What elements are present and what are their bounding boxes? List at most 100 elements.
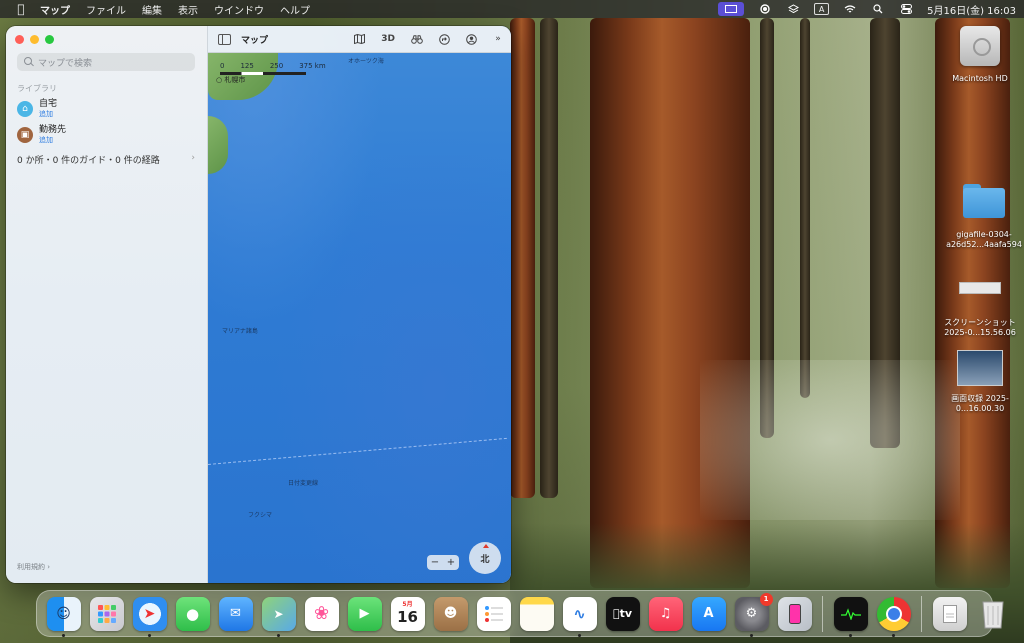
desktop-icon-label: 画面収録 2025-0...16.00.30 (951, 394, 1009, 413)
desktop-icon-screenshot[interactable]: スクリーンショット 2025-0...15.56.06 (935, 272, 1024, 338)
notification-badge: 1 (759, 592, 773, 606)
layers-icon[interactable] (786, 3, 800, 15)
map-label-date-line: 日付変更線 (288, 480, 319, 487)
calendar-month: 5月 (402, 600, 413, 608)
menubar-clock[interactable]: 5月16日(金) 16:03 (927, 2, 1016, 17)
record-icon[interactable] (758, 3, 772, 15)
desktop-icon-label: スクリーンショット 2025-0...15.56.06 (944, 318, 1016, 337)
scale-tick: 375 km (299, 62, 326, 70)
screen-mirroring-icon[interactable] (718, 2, 745, 16)
window-close-button[interactable] (15, 35, 24, 44)
terms-link[interactable]: 利用規約 › (17, 562, 50, 572)
map-mode-icon[interactable] (354, 34, 366, 44)
calendar-day: 16 (397, 607, 418, 626)
desktop-icon-screen-recording[interactable]: 画面収録 2025-0...16.00.30 (935, 350, 1024, 414)
map-date-line (208, 437, 507, 466)
library-section-label: ライブラリ (17, 84, 57, 93)
launchpad-icon[interactable] (89, 596, 124, 631)
dock-separator (822, 595, 823, 632)
facetime-icon[interactable]: ▶ (347, 596, 382, 631)
freeform-icon[interactable]: ∿ (562, 596, 597, 637)
work-add-link[interactable]: 追加 (39, 136, 66, 145)
menu-bar:  マップ ファイル 編集 表示 ウインドウ ヘルプ A 5月16日(金) 16… (0, 0, 1024, 18)
zoom-out-button[interactable]: − (431, 557, 439, 568)
look-around-binoculars-icon[interactable] (411, 34, 423, 44)
home-add-link[interactable]: 追加 (39, 110, 57, 119)
notes-icon[interactable] (519, 596, 554, 631)
calendar-icon[interactable]: 5月 16 (390, 596, 425, 631)
toggle-3d-button[interactable]: 3D (381, 34, 395, 44)
window-minimize-button[interactable] (30, 35, 39, 44)
window-zoom-button[interactable] (45, 35, 54, 44)
menu-app-name[interactable]: マップ (40, 2, 70, 17)
scale-tick: 125 (240, 62, 254, 70)
contacts-icon[interactable]: ☻ (433, 596, 468, 631)
map-scale-bar: 0 125 250 375 km (220, 62, 326, 75)
menu-help[interactable]: ヘルプ (280, 2, 310, 17)
reminders-icon[interactable] (476, 596, 511, 631)
map-zoom-control[interactable]: − + (427, 555, 459, 570)
desktop-icon-label: gigafile-0304-a26d52...4aafa594 (946, 230, 1022, 249)
more-chevron-icon[interactable]: » (493, 34, 503, 44)
menu-edit[interactable]: 編集 (142, 2, 162, 17)
video-thumbnail-icon (957, 350, 1003, 386)
desktop-icon-label: Macintosh HD (952, 74, 1008, 83)
menu-view[interactable]: 表示 (178, 2, 198, 17)
library-item-home[interactable]: ⌂ 自宅 追加 (17, 99, 57, 119)
work-label: 勤務先 (39, 125, 67, 135)
dock: ☺ ➤ ● ✉ ➤ ❀ ▶ 5月 16 ☻ ∿ tv ♫ A ⚙ 1 (36, 590, 1004, 637)
maps-search-field[interactable]: マップで検索 (17, 53, 195, 71)
folder-icon (963, 184, 1005, 218)
hard-drive-icon (960, 26, 1000, 66)
wallpaper-tree (540, 18, 558, 498)
spotlight-search-icon[interactable] (871, 3, 885, 15)
activity-monitor-icon[interactable] (833, 596, 868, 637)
library-item-work[interactable]: ▣ 勤務先 追加 (17, 125, 66, 145)
safari-icon[interactable]: ➤ (132, 596, 167, 637)
home-label: 自宅 (39, 99, 58, 109)
map-canvas[interactable]: マップ 3D » 0 125 250 375 km ○ 札幌市 マリアナ諸島 日… (208, 26, 511, 583)
downloads-stack-icon[interactable] (932, 596, 967, 631)
account-icon[interactable] (466, 33, 477, 45)
map-compass[interactable]: 北 (469, 542, 501, 574)
chrome-icon[interactable] (876, 596, 911, 637)
messages-icon[interactable]: ● (175, 596, 210, 631)
search-placeholder: マップで検索 (38, 58, 93, 69)
menu-file[interactable]: ファイル (86, 2, 126, 17)
search-icon (24, 57, 34, 67)
map-label-trench: フクシマ (248, 512, 273, 519)
system-settings-icon[interactable]: ⚙ 1 (734, 592, 773, 637)
map-toolbar-title: マップ (241, 35, 269, 46)
trash-icon[interactable] (976, 597, 1010, 631)
maps-sidebar: マップで検索 ライブラリ ⌂ 自宅 追加 ▣ 勤務先 追加 0 か所・0 件のガ… (6, 26, 208, 583)
maps-window: マップで検索 ライブラリ ⌂ 自宅 追加 ▣ 勤務先 追加 0 か所・0 件のガ… (6, 26, 511, 583)
apple-tv-icon[interactable]: tv (605, 596, 640, 631)
wifi-icon[interactable] (843, 3, 857, 15)
map-label-sea: オホーツク海 (348, 58, 384, 65)
iphone-mirroring-icon[interactable] (777, 596, 812, 631)
library-summary-row[interactable]: 0 か所・0 件のガイド・0 件の経路 › (17, 153, 195, 166)
scale-tick: 250 (269, 62, 284, 70)
app-store-icon[interactable]: A (691, 596, 726, 631)
input-method-icon[interactable]: A (814, 3, 830, 15)
wallpaper-tree (800, 18, 810, 398)
photos-icon[interactable]: ❀ (304, 596, 339, 631)
briefcase-icon: ▣ (17, 127, 33, 143)
zoom-in-button[interactable]: + (447, 557, 455, 568)
apple-menu-icon[interactable]:  (14, 2, 28, 16)
wallpaper-haze (700, 360, 960, 520)
desktop-icon-macintosh-hd[interactable]: Macintosh HD (935, 26, 1024, 84)
control-center-icon[interactable] (899, 3, 913, 15)
music-icon[interactable]: ♫ (648, 596, 683, 631)
desktop-icon-gigafile-folder[interactable]: gigafile-0304-a26d52...4aafa594 (939, 184, 1024, 250)
tv-label: tv (616, 607, 632, 620)
chevron-right-icon: › (191, 153, 195, 163)
menu-window[interactable]: ウインドウ (214, 2, 264, 17)
compass-north-label: 北 (480, 554, 490, 565)
finder-icon[interactable]: ☺ (46, 596, 81, 637)
directions-icon[interactable] (439, 33, 450, 45)
sidebar-toggle-icon[interactable] (218, 33, 231, 45)
mail-icon[interactable]: ✉ (218, 596, 253, 631)
map-place-sapporo[interactable]: ○ 札幌市 (216, 75, 245, 85)
maps-icon[interactable]: ➤ (261, 596, 296, 637)
